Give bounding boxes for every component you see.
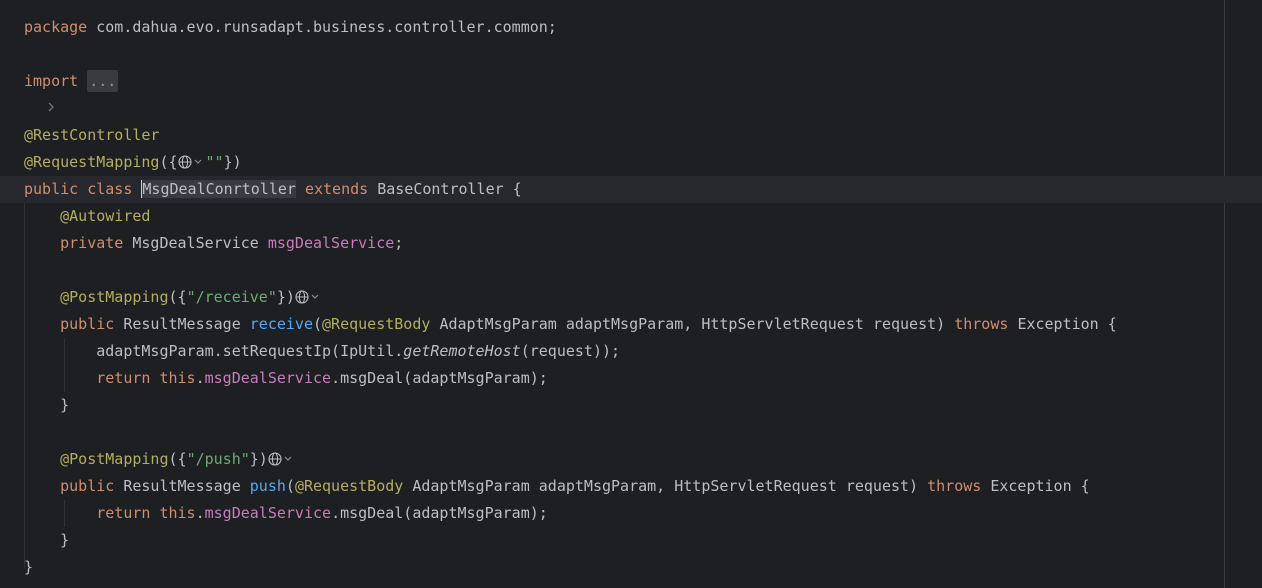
request-mapping-annotation: @RequestMapping <box>24 153 160 171</box>
return-type: ResultMessage <box>123 315 241 333</box>
param-type: AdaptMsgParam <box>439 315 557 333</box>
close-brace: } <box>60 396 70 414</box>
msg-deal-call: .msgDeal(adaptMsgParam); <box>331 504 548 522</box>
service-field: msgDealService <box>267 234 395 252</box>
service-type: MsgDealService <box>132 234 259 252</box>
code-line-service-field[interactable]: private MsgDealService msgDealService; <box>0 230 1262 257</box>
this-keyword: this <box>159 504 196 522</box>
close-brace: } <box>24 558 34 576</box>
request-mapping-value: "" <box>205 153 224 171</box>
chevron-right-icon[interactable] <box>0 68 54 112</box>
this-keyword: this <box>159 369 196 387</box>
request-name: request) <box>872 315 946 333</box>
msg-deal-call: .msgDeal(adaptMsgParam); <box>331 369 548 387</box>
request-name: request) <box>845 477 919 495</box>
return-keyword: return <box>96 369 151 387</box>
semicolon: ; <box>394 234 404 252</box>
code-line-autowired[interactable]: @Autowired <box>0 203 1262 230</box>
receive-path: "/receive" <box>186 288 277 306</box>
folded-imports[interactable]: ... <box>87 70 119 92</box>
code-line-request-mapping[interactable]: @RequestMapping({ ""}) <box>0 149 1262 176</box>
service-field: msgDealService <box>204 504 332 522</box>
code-line-push-signature[interactable]: public ResultMessage push(@RequestBody A… <box>0 473 1262 500</box>
code-line-import[interactable]: import ... <box>0 68 1262 112</box>
globe-icon[interactable] <box>177 151 206 178</box>
throws-keyword: throws <box>927 477 982 495</box>
throws-keyword: throws <box>954 315 1009 333</box>
code-line-receive-signature[interactable]: public ResultMessage receive(@RequestBod… <box>0 311 1262 338</box>
package-keyword: package <box>24 18 88 36</box>
class-name[interactable]: MsgDealConrtoller <box>141 180 296 198</box>
post-mapping-annotation: @PostMapping <box>60 450 169 468</box>
autowired-annotation: @Autowired <box>60 207 151 225</box>
close-brace: } <box>60 531 70 549</box>
request-body-annotation: @RequestBody <box>322 315 431 333</box>
exception-type: Exception { <box>1017 315 1117 333</box>
request-type: HttpServletRequest <box>674 477 837 495</box>
push-path: "/push" <box>186 450 250 468</box>
code-line-package[interactable]: package com.dahua.evo.runsadapt.business… <box>0 14 1262 41</box>
code-line-post-mapping-push[interactable]: @PostMapping({"/push"}) <box>0 446 1262 473</box>
paren-open: ({ <box>159 153 178 171</box>
set-request-ip-args: (request)); <box>520 342 621 360</box>
public-keyword: public <box>24 180 79 198</box>
code-line-close-push[interactable]: } <box>0 527 1262 554</box>
extends-keyword: extends <box>304 180 369 198</box>
code-line-return-receive[interactable]: return this.msgDealService.msgDeal(adapt… <box>0 365 1262 392</box>
paren-close: }) <box>249 450 268 468</box>
globe-icon[interactable] <box>295 286 323 313</box>
get-remote-host-call: getRemoteHost <box>403 342 521 360</box>
request-type: HttpServletRequest <box>701 315 864 333</box>
paren-open: ({ <box>168 450 187 468</box>
param-type: AdaptMsgParam <box>412 477 530 495</box>
class-keyword: class <box>87 180 133 198</box>
package-name: com.dahua.evo.runsadapt.business.control… <box>87 18 557 36</box>
code-line-rest-controller[interactable]: @RestController <box>0 122 1262 149</box>
paren-close: }) <box>276 288 295 306</box>
import-keyword: import <box>24 72 79 90</box>
rest-controller-annotation: @RestController <box>24 126 160 144</box>
return-type: ResultMessage <box>123 477 241 495</box>
code-line-post-mapping-receive[interactable]: @PostMapping({"/receive"}) <box>0 284 1262 311</box>
globe-icon[interactable] <box>268 448 296 475</box>
code-editor[interactable]: package com.dahua.evo.runsadapt.business… <box>0 0 1262 588</box>
code-line-set-request-ip[interactable]: adaptMsgParam.setRequestIp(IpUtil.getRem… <box>0 338 1262 365</box>
code-line-class-declaration[interactable]: public class MsgDealConrtoller extends B… <box>0 176 1262 203</box>
public-keyword: public <box>60 477 115 495</box>
code-line-close-receive[interactable]: } <box>0 392 1262 419</box>
post-mapping-annotation: @PostMapping <box>60 288 169 306</box>
public-keyword: public <box>60 315 115 333</box>
code-line-return-push[interactable]: return this.msgDealService.msgDeal(adapt… <box>0 500 1262 527</box>
private-keyword: private <box>60 234 124 252</box>
receive-method-name: receive <box>249 315 313 333</box>
param-name: adaptMsgParam, <box>565 315 693 333</box>
code-line-close-class[interactable]: } <box>0 554 1262 581</box>
return-keyword: return <box>96 504 151 522</box>
paren-open: ({ <box>168 288 187 306</box>
request-body-annotation: @RequestBody <box>294 477 404 495</box>
paren-close: }) <box>223 153 242 171</box>
exception-type: Exception { <box>990 477 1090 495</box>
set-request-ip-call: adaptMsgParam.setRequestIp(IpUtil. <box>96 342 404 360</box>
base-class: BaseController { <box>377 180 522 198</box>
param-name: adaptMsgParam, <box>538 477 666 495</box>
push-method-name: push <box>249 477 286 495</box>
service-field: msgDealService <box>204 369 332 387</box>
